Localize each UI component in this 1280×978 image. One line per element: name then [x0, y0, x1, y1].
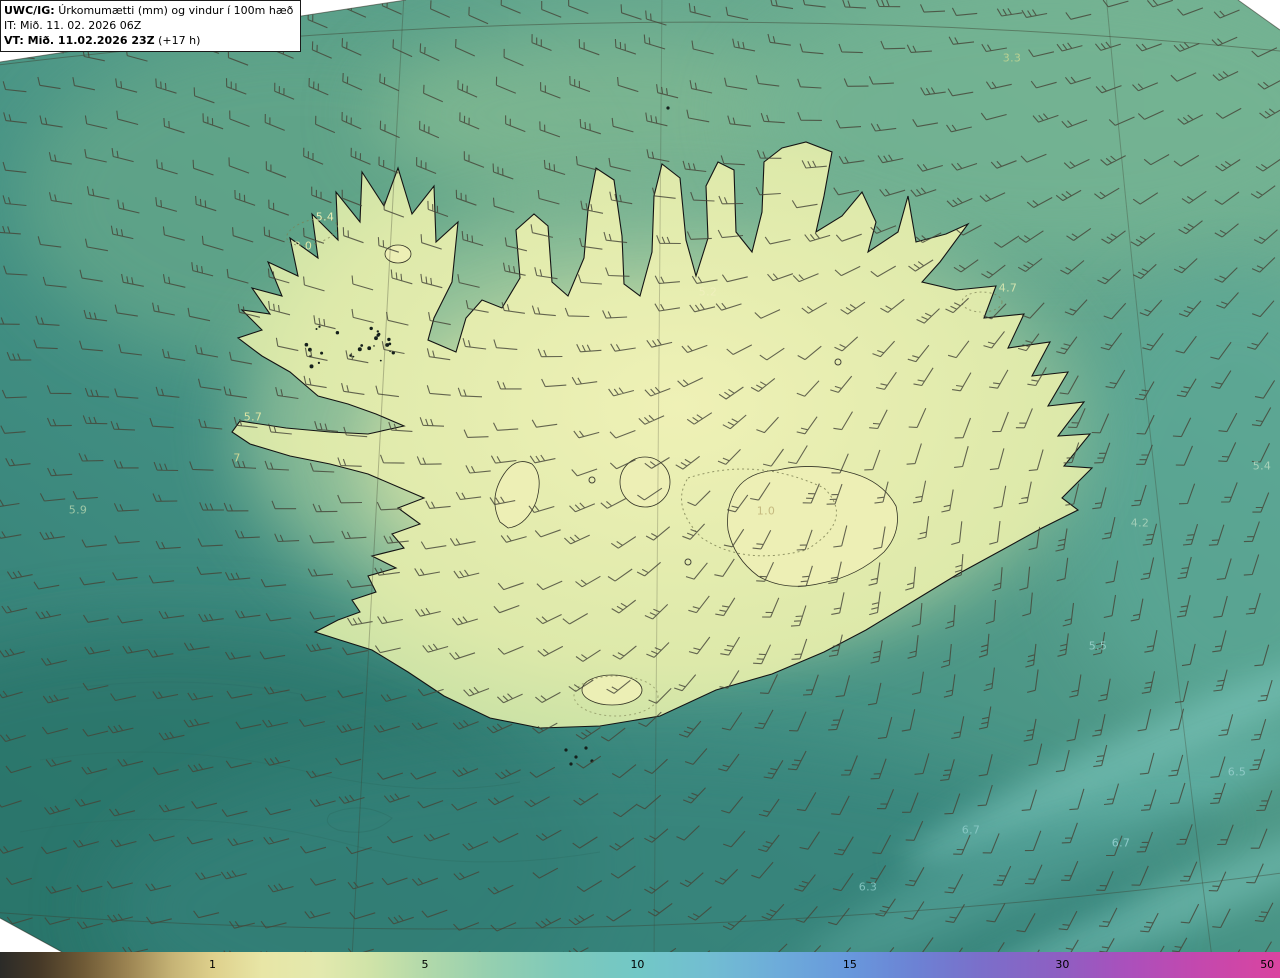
colorbar-tick: 10	[630, 958, 645, 971]
colorbar-tick: 30	[1055, 958, 1070, 971]
island-speck	[352, 355, 355, 358]
island-speck	[569, 762, 573, 766]
product-title-line: UWC/IG: Úrkomumætti (mm) og vindur í 100…	[4, 3, 293, 18]
map-canvas	[0, 0, 1280, 952]
colorbar-tick: 50	[1260, 958, 1275, 971]
island-speck	[309, 364, 314, 369]
map-field	[0, 0, 1280, 952]
island-speck	[374, 336, 378, 341]
model-label: UWC/IG:	[4, 4, 55, 17]
valid-time-offset: (+17 h)	[158, 34, 201, 47]
island-speck	[584, 746, 588, 750]
colorbar-tick: 5	[421, 958, 429, 971]
island-speck	[320, 351, 324, 355]
colorbar-tick: 1	[208, 958, 216, 971]
island-speck	[360, 344, 364, 347]
island-speck	[304, 342, 309, 347]
island-speck	[315, 328, 318, 330]
island-speck	[373, 345, 375, 347]
island-speck	[379, 359, 382, 362]
colorbar-tick: 15	[842, 958, 857, 971]
island-speck	[376, 330, 379, 333]
island-speck	[574, 755, 578, 759]
island-speck	[369, 326, 373, 331]
map-title-box: UWC/IG: Úrkomumætti (mm) og vindur í 100…	[0, 0, 302, 52]
colorbar: 1 5 10 15 30 50	[0, 952, 1280, 978]
island-speck	[318, 325, 321, 328]
weather-map-page: 3.3 5.4 3.0 5.2 4.7 0 5.7 7 5.9 5.4 4.2 1.0 5.5 6.5 6.…	[0, 0, 1280, 978]
island-speck	[335, 331, 340, 335]
island-speck	[666, 106, 670, 110]
island-speck	[367, 346, 372, 351]
product-title: Úrkomumætti (mm) og vindur í 100m hæð	[58, 4, 294, 17]
island-speck	[357, 347, 362, 352]
init-time: IT: Mið. 11. 02. 2026 06Z	[4, 19, 142, 32]
valid-time-line: VT: Mið. 11.02.2026 23Z (+17 h)	[4, 33, 293, 48]
island-speck	[564, 748, 568, 752]
island-speck	[387, 337, 391, 342]
island-speck	[388, 342, 392, 346]
island-speck	[377, 332, 381, 336]
island-speck	[317, 361, 320, 364]
valid-time: VT: Mið. 11.02.2026 23Z	[4, 34, 155, 47]
